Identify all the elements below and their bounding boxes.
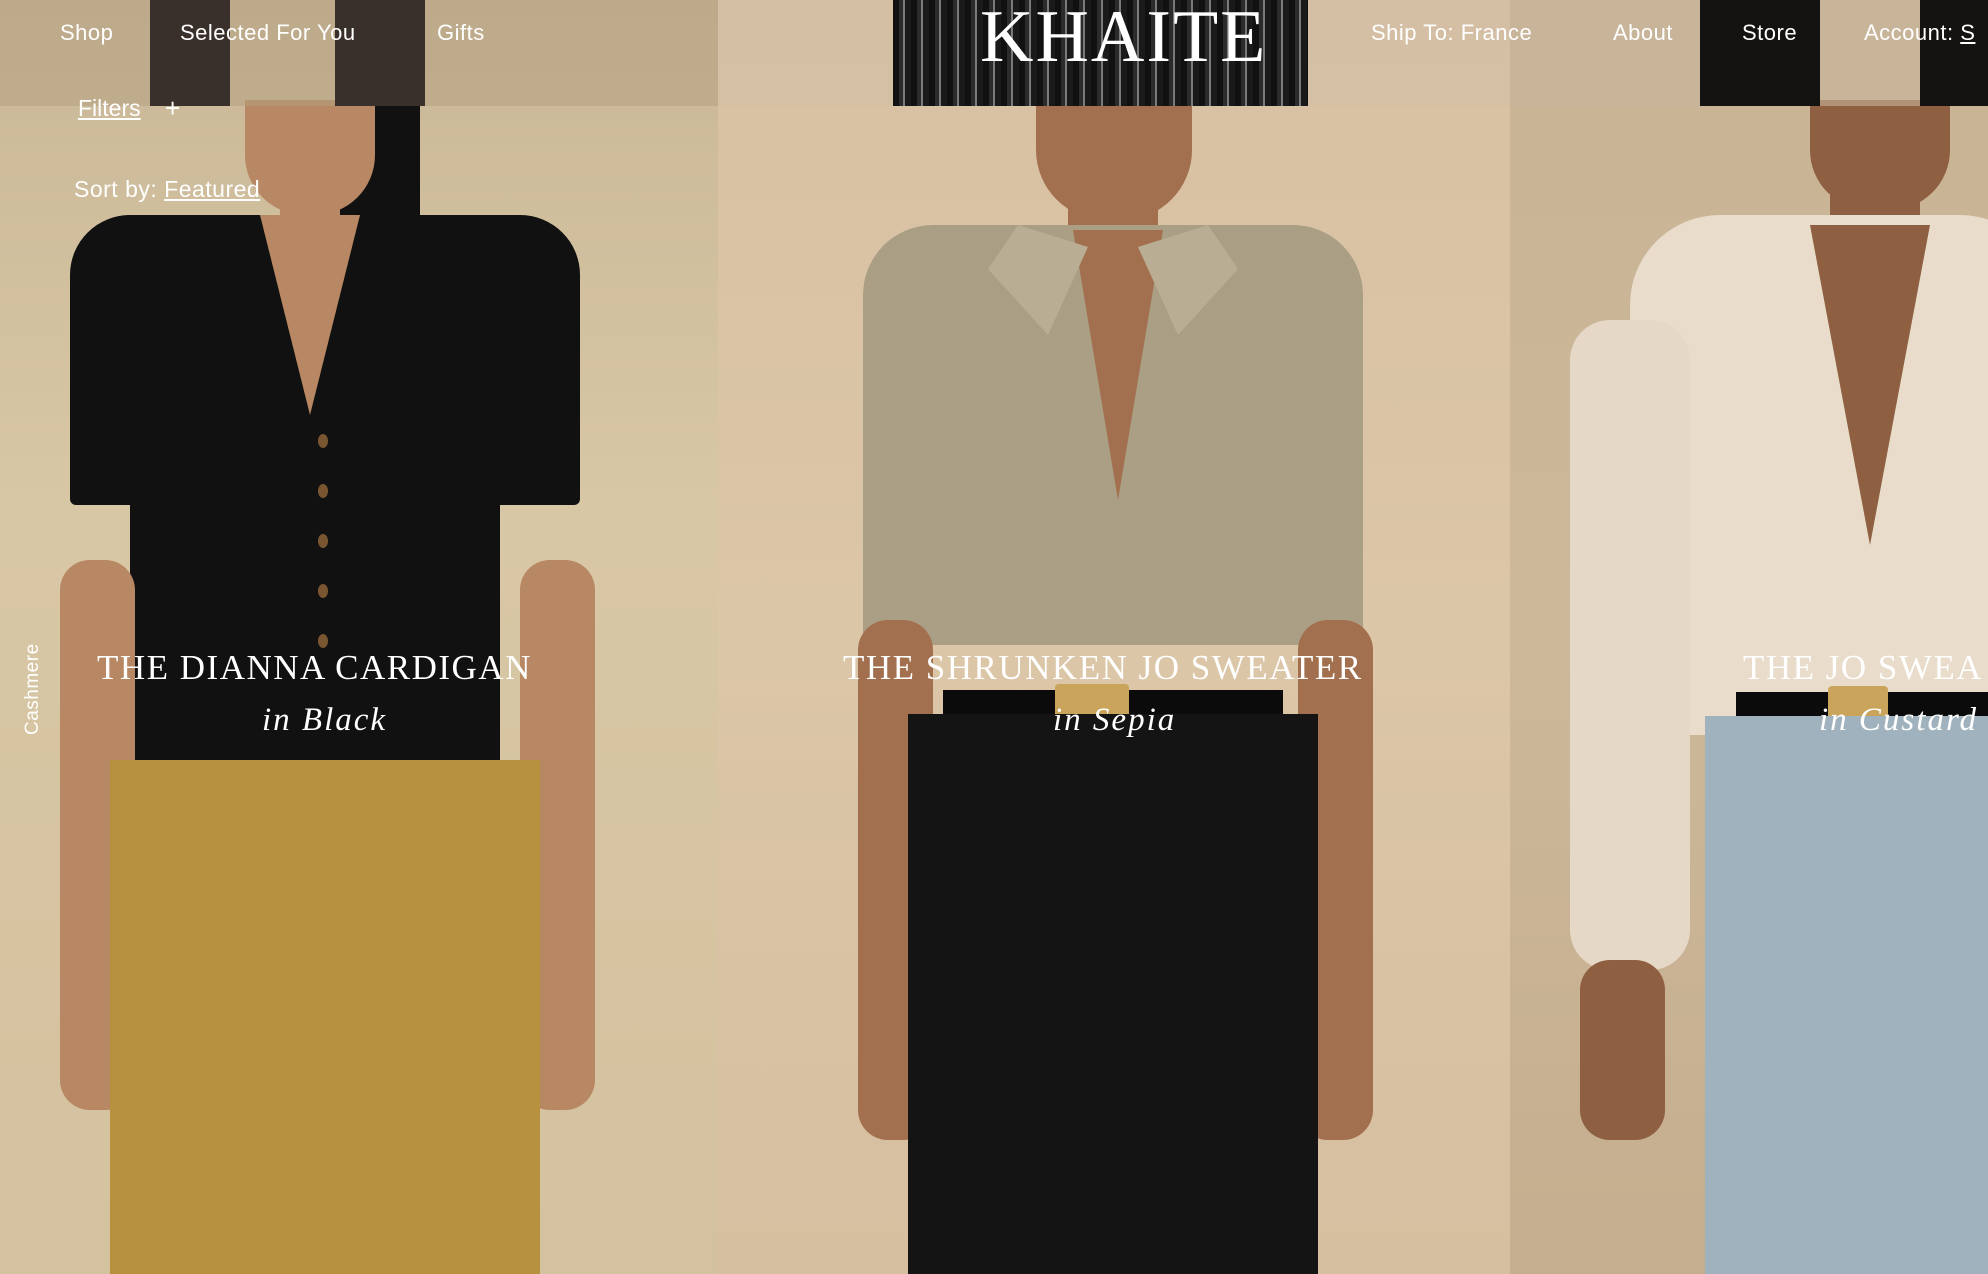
product-grid [0, 0, 1988, 1274]
product-card-shrunken-jo-sweater[interactable] [718, 0, 1510, 1274]
jeans [908, 714, 1318, 1274]
brand-logo[interactable]: KHAITE [980, 0, 1267, 74]
account-link[interactable]: S [1960, 20, 1975, 45]
product-title[interactable]: THE DIANNA CARDIGAN [97, 648, 532, 688]
header-photo-legs [150, 0, 230, 106]
model-face [245, 100, 375, 215]
trousers [110, 760, 540, 1274]
filters-button[interactable]: Filters [78, 95, 141, 122]
nav-ship-to[interactable]: Ship To: France [1371, 20, 1532, 46]
nav-shop[interactable]: Shop [60, 20, 113, 46]
nav-selected-for-you[interactable]: Selected For You [180, 20, 356, 46]
nav-about[interactable]: About [1613, 20, 1673, 46]
cardigan-button [318, 584, 328, 598]
nav-gifts[interactable]: Gifts [437, 20, 485, 46]
product-color: in Custard [1819, 702, 1979, 738]
product-title[interactable]: THE JO SWEA [1743, 648, 1983, 688]
product-card-jo-sweater[interactable] [1510, 0, 1988, 1274]
account-label: Account: [1864, 20, 1954, 45]
filters-expand-icon[interactable]: + [165, 93, 180, 124]
site-header: Shop Selected For You Gifts KHAITE Ship … [0, 0, 1988, 106]
sort-control[interactable]: Sort by: Featured [74, 176, 260, 203]
product-title[interactable]: THE SHRUNKEN JO SWEATER [843, 648, 1363, 688]
nav-store[interactable]: Store [1742, 20, 1797, 46]
model-hand [1580, 960, 1665, 1140]
product-color: in Sepia [1053, 702, 1177, 738]
header-photo-dark [1920, 0, 1988, 106]
cardigan-button [318, 434, 328, 448]
header-photo-legs [335, 0, 425, 106]
cardigan-button [318, 484, 328, 498]
header-photo-dark [1700, 0, 1820, 106]
nav-account[interactable]: Account: S [1864, 20, 1975, 46]
jeans [1705, 716, 1988, 1274]
product-color: in Black [262, 702, 388, 738]
sweater-sleeve [1570, 320, 1690, 970]
sort-value[interactable]: Featured [164, 176, 260, 202]
category-label: Cashmere [22, 643, 43, 735]
sort-label: Sort by: [74, 176, 158, 202]
cardigan-button [318, 634, 328, 648]
cardigan-button [318, 534, 328, 548]
